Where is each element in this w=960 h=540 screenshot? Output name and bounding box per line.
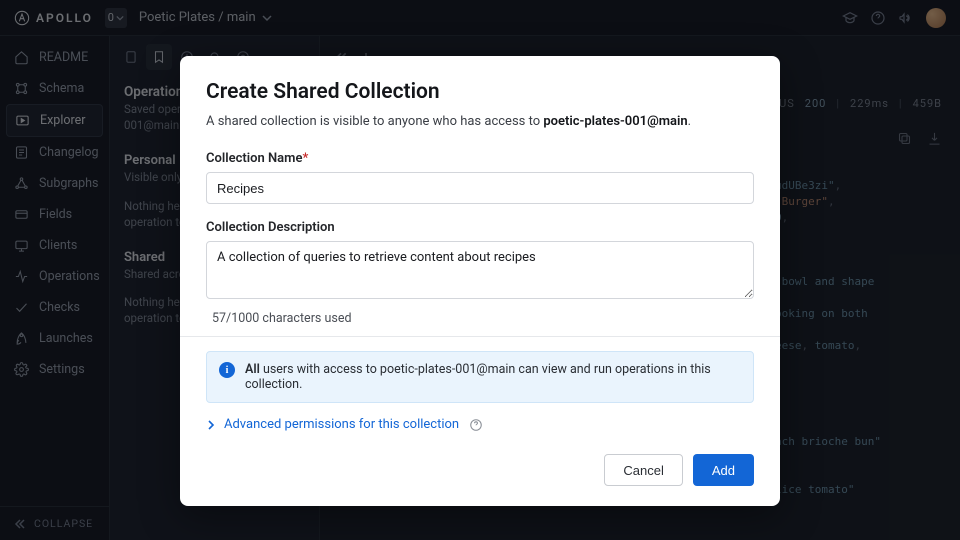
cancel-button[interactable]: Cancel bbox=[604, 454, 682, 486]
collection-name-input[interactable] bbox=[206, 172, 754, 204]
advanced-label: Advanced permissions for this collection bbox=[224, 417, 459, 432]
modal-description: A shared collection is visible to anyone… bbox=[206, 114, 754, 129]
advanced-permissions-toggle[interactable]: Advanced permissions for this collection bbox=[206, 417, 754, 432]
collection-description-label: Collection Description bbox=[206, 220, 754, 235]
create-collection-modal: Create Shared Collection A shared collec… bbox=[180, 56, 780, 506]
modal-desc-graph: poetic-plates-001@main bbox=[543, 114, 687, 129]
modal-title: Create Shared Collection bbox=[206, 80, 754, 104]
info-text: users with access to poetic-plates-001@m… bbox=[245, 362, 711, 392]
add-button[interactable]: Add bbox=[693, 454, 754, 486]
modal-desc-pre: A shared collection is visible to anyone… bbox=[206, 114, 543, 129]
help-icon[interactable] bbox=[469, 418, 483, 432]
char-count: 57/1000 characters used bbox=[206, 311, 754, 326]
chevron-right-icon bbox=[206, 420, 216, 430]
info-icon bbox=[219, 362, 235, 378]
info-banner: All users with access to poetic-plates-0… bbox=[206, 351, 754, 403]
divider bbox=[180, 336, 780, 337]
collection-name-label: Collection Name* bbox=[206, 151, 754, 166]
info-bold: All bbox=[245, 362, 260, 377]
collection-description-input[interactable]: A collection of queries to retrieve cont… bbox=[206, 241, 754, 299]
modal-desc-post: . bbox=[688, 114, 691, 129]
